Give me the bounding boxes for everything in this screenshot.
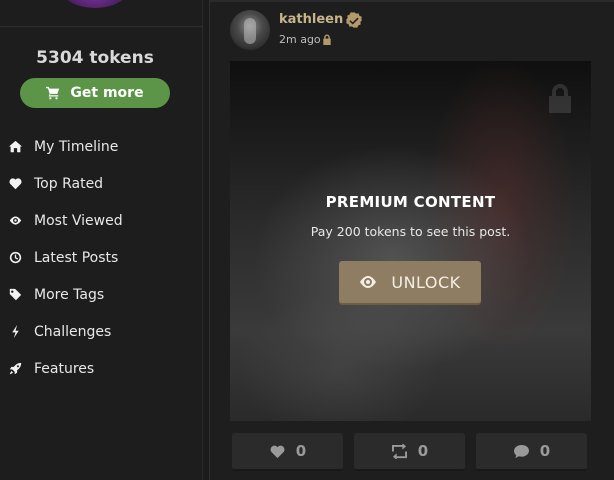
unlock-button[interactable]: UNLOCK bbox=[339, 261, 481, 303]
unlock-label: UNLOCK bbox=[391, 272, 461, 292]
bolt-icon bbox=[8, 325, 22, 339]
cart-icon bbox=[46, 86, 60, 100]
card-border bbox=[210, 0, 614, 2]
get-more-label: Get more bbox=[70, 85, 144, 101]
sidebar-item-label: Challenges bbox=[34, 323, 112, 340]
home-icon bbox=[8, 140, 22, 154]
sidebar-item-label: Latest Posts bbox=[34, 249, 119, 266]
post-author-name[interactable]: kathleen bbox=[279, 12, 343, 27]
lock-icon bbox=[323, 34, 331, 45]
sidebar-item-label: More Tags bbox=[34, 286, 105, 303]
sidebar-item-features[interactable]: Features bbox=[0, 350, 203, 387]
sidebar-item-label: My Timeline bbox=[34, 138, 119, 155]
tag-icon bbox=[8, 288, 22, 302]
like-button[interactable]: 0 bbox=[232, 433, 343, 471]
post-timestamp: 2m ago bbox=[279, 33, 321, 46]
sidebar-divider bbox=[0, 26, 203, 27]
lock-watermark-icon bbox=[549, 84, 571, 113]
clock-icon bbox=[8, 251, 22, 265]
heart-icon bbox=[270, 445, 285, 458]
sidebar-item-label: Features bbox=[34, 360, 95, 377]
sidebar-item-more-tags[interactable]: More Tags bbox=[0, 276, 203, 313]
sidebar-item-top-rated[interactable]: Top Rated bbox=[0, 165, 203, 202]
premium-subtitle: Pay 200 tokens to see this post. bbox=[310, 224, 511, 239]
sidebar-item-latest-posts[interactable]: Latest Posts bbox=[0, 239, 203, 276]
sidebar: 5304 tokens Get more My Timeline Top Rat… bbox=[0, 0, 203, 480]
premium-title: PREMIUM CONTENT bbox=[325, 193, 496, 211]
token-balance: 5304 tokens bbox=[36, 48, 154, 68]
comment-icon bbox=[513, 444, 529, 458]
sidebar-nav: My Timeline Top Rated Most Viewed Latest… bbox=[0, 128, 203, 387]
sidebar-item-challenges[interactable]: Challenges bbox=[0, 313, 203, 350]
verified-badge-icon bbox=[346, 12, 362, 28]
post-author-avatar[interactable] bbox=[230, 10, 270, 50]
sidebar-item-my-timeline[interactable]: My Timeline bbox=[0, 128, 203, 165]
sidebar-item-label: Top Rated bbox=[34, 175, 104, 192]
comment-count: 0 bbox=[539, 442, 551, 460]
repost-button[interactable]: 0 bbox=[354, 433, 465, 471]
eye-icon bbox=[360, 276, 377, 288]
sidebar-item-label: Most Viewed bbox=[34, 212, 123, 229]
heart-icon bbox=[8, 177, 22, 191]
comment-button[interactable]: 0 bbox=[476, 433, 587, 471]
user-avatar[interactable] bbox=[60, 0, 130, 8]
get-more-button[interactable]: Get more bbox=[20, 78, 170, 108]
eye-icon bbox=[8, 214, 22, 228]
repost-count: 0 bbox=[417, 442, 429, 460]
sidebar-item-most-viewed[interactable]: Most Viewed bbox=[0, 202, 203, 239]
like-count: 0 bbox=[295, 442, 307, 460]
retweet-icon bbox=[391, 443, 407, 459]
locked-media: PREMIUM CONTENT Pay 200 tokens to see th… bbox=[230, 61, 591, 421]
post-card: kathleen 2m ago PREMIUM CONTENT Pay 200 … bbox=[209, 0, 614, 480]
rocket-icon bbox=[8, 362, 22, 376]
post-actions: 0 0 0 bbox=[232, 433, 587, 471]
